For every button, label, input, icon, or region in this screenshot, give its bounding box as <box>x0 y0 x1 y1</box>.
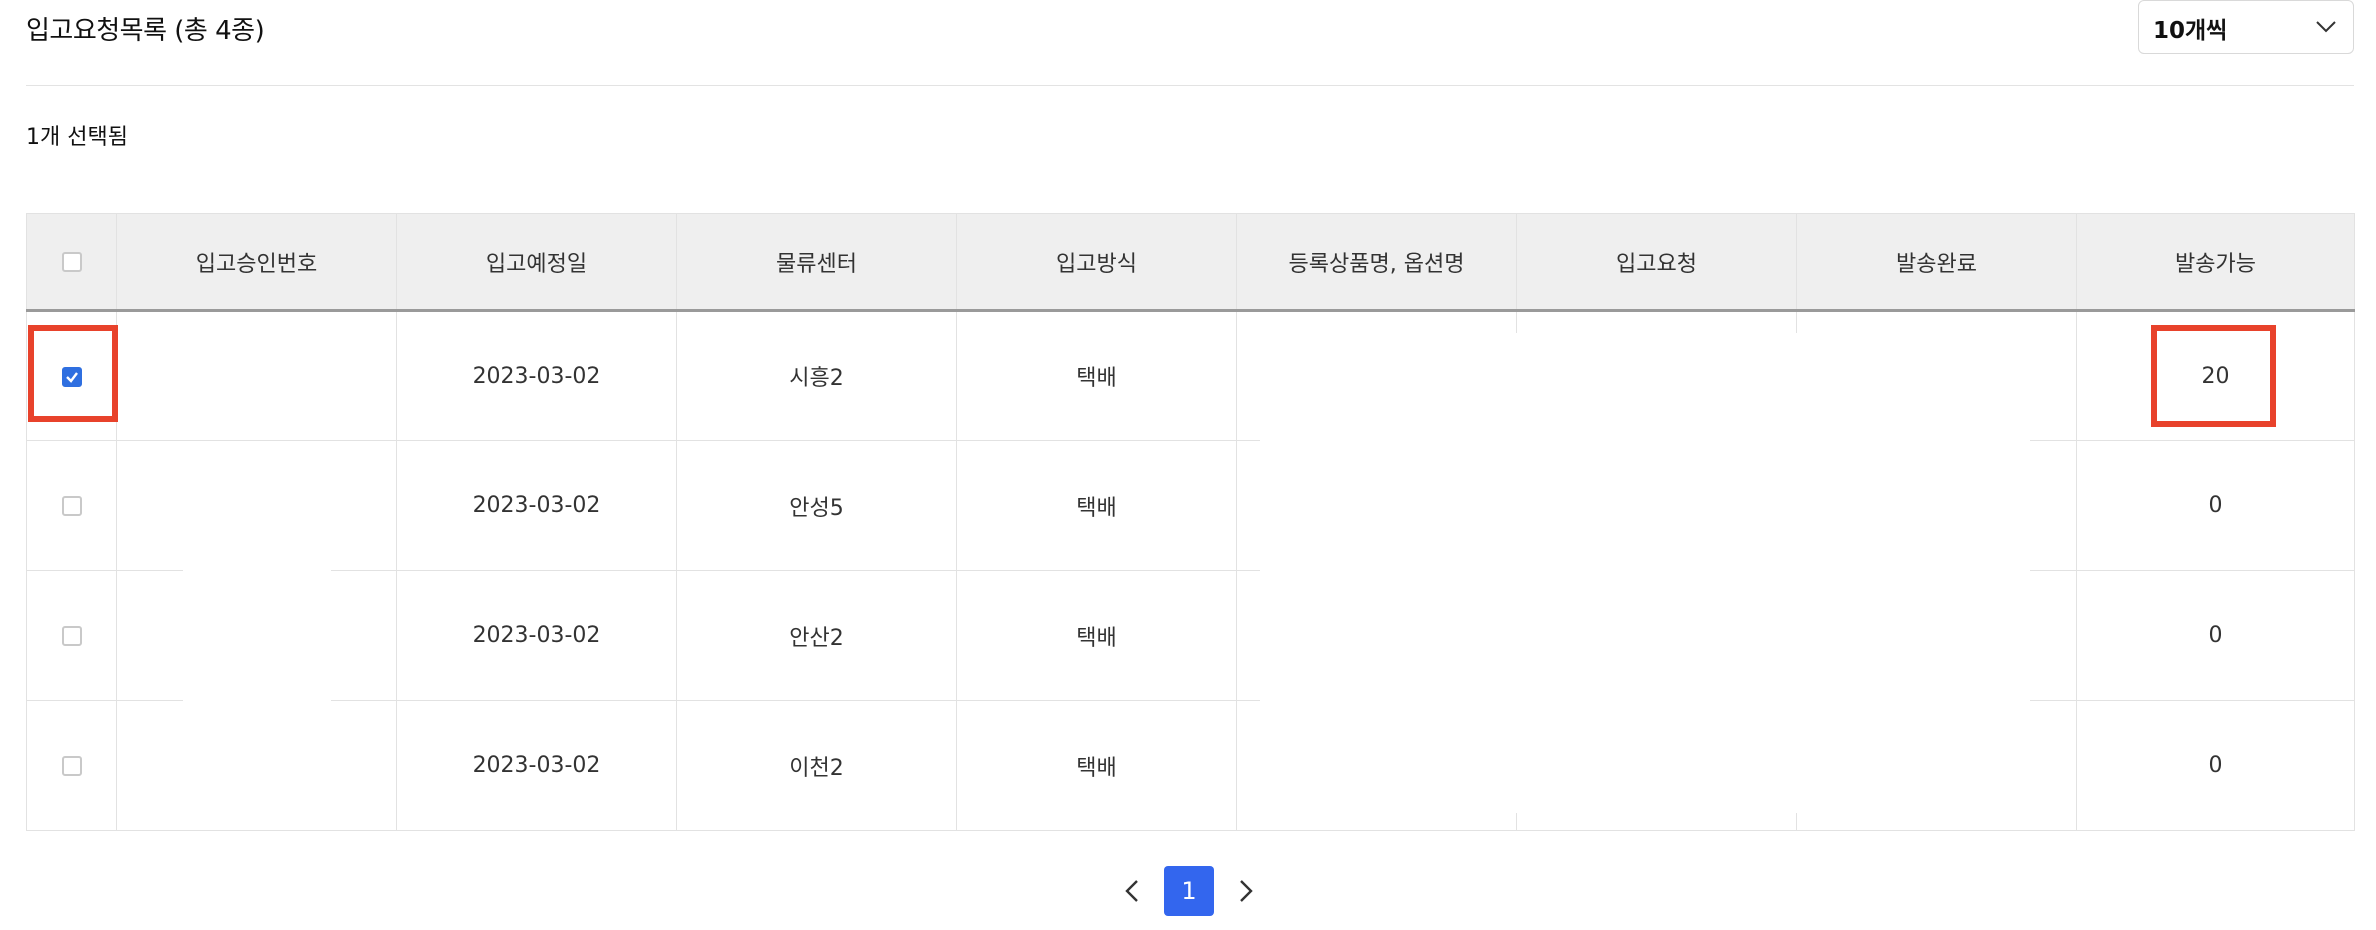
highlight-box-checkbox <box>28 325 118 422</box>
row-select-cell[interactable] <box>26 570 117 701</box>
column-header: 물류센터 <box>676 213 957 312</box>
row-checkbox[interactable] <box>61 626 82 646</box>
column-header: 입고승인번호 <box>116 213 397 312</box>
date-cell: 2023-03-02 <box>396 700 677 831</box>
selected-count: 1개 선택됨 <box>26 125 128 150</box>
redaction-mask <box>183 443 331 705</box>
approval-no-cell <box>116 700 397 831</box>
table-header-row: 입고승인번호 입고예정일 물류센터 입고방식 등록상품명, 옵션명 입고요청 발… <box>26 213 2355 312</box>
method-cell: 택배 <box>956 310 1237 441</box>
column-header: 발송완료 <box>1796 213 2077 312</box>
column-header: 등록상품명, 옵션명 <box>1236 213 1517 312</box>
header-select-all[interactable] <box>26 213 117 312</box>
page-button-current[interactable]: 1 <box>1164 866 1214 916</box>
method-cell: 택배 <box>956 700 1237 831</box>
center-cell: 시흥2 <box>676 310 957 441</box>
redaction-mask <box>1260 333 2030 813</box>
select-all-checkbox[interactable] <box>61 252 82 272</box>
chevron-right-icon[interactable] <box>1232 878 1258 904</box>
column-header: 입고요청 <box>1516 213 1797 312</box>
method-cell: 택배 <box>956 570 1237 701</box>
row-select-cell[interactable] <box>26 700 117 831</box>
page-title: 입고요청목록 (총 4종) <box>26 16 265 46</box>
page-size-value: 10개씩 <box>2153 18 2228 44</box>
center-cell: 안산2 <box>676 570 957 701</box>
row-select-cell[interactable] <box>26 440 117 571</box>
date-cell: 2023-03-02 <box>396 570 677 701</box>
column-header: 입고예정일 <box>396 213 677 312</box>
date-cell: 2023-03-02 <box>396 310 677 441</box>
row-checkbox[interactable] <box>61 756 82 776</box>
pagination: 1 <box>1100 866 1280 918</box>
divider <box>26 85 2354 86</box>
chevron-left-icon[interactable] <box>1120 878 1146 904</box>
center-cell: 안성5 <box>676 440 957 571</box>
method-cell: 택배 <box>956 440 1237 571</box>
column-header: 발송가능 <box>2076 213 2355 312</box>
center-cell: 이천2 <box>676 700 957 831</box>
column-header: 입고방식 <box>956 213 1237 312</box>
page-size-select[interactable]: 10개씩 <box>2138 0 2354 54</box>
date-cell: 2023-03-02 <box>396 440 677 571</box>
approval-no-cell <box>116 310 397 441</box>
row-checkbox[interactable] <box>61 496 82 516</box>
highlight-box-available <box>2151 325 2276 427</box>
available-cell: 0 <box>2076 440 2355 571</box>
available-cell: 0 <box>2076 570 2355 701</box>
available-cell: 0 <box>2076 700 2355 831</box>
chevron-down-icon <box>2316 21 2336 33</box>
